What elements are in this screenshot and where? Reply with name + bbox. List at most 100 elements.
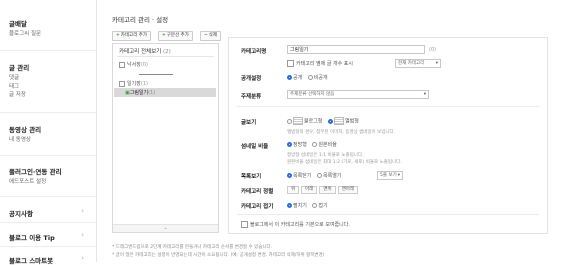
chevron-right-icon: ›	[81, 207, 84, 215]
thumbnail-hint-2: 원본비율 섬네일은 최대 1:2 (가로, 세로) 비율로 노출됩니다.	[287, 160, 402, 165]
divider	[0, 155, 96, 156]
tree-item-count: (0)	[140, 62, 148, 68]
thumb-square-label: 정방형	[293, 142, 307, 148]
divider	[0, 196, 96, 197]
thumbnail-label: 섬네일 비율	[241, 144, 269, 150]
show-count-option: 카테고리 옆에 글 개수 표시	[287, 60, 353, 67]
sidebar-section-title: 블로그 스마트봇	[9, 257, 54, 265]
visibility-private-radio[interactable]	[307, 75, 313, 80]
tree-root[interactable]: 카테고리 전체보기 (2)	[119, 47, 171, 55]
sidebar-section-post-management: 글 관리 댓글 태그 글 저장	[9, 62, 29, 100]
tree-scroll-down[interactable]: ⌄	[113, 224, 218, 232]
divider	[0, 246, 96, 247]
sort-buttons: 위 아래 맨위 맨아래	[287, 186, 360, 194]
tree-item-3[interactable]: ▣그림일기(1)	[125, 89, 155, 96]
sidebar-section-title: 글 관리	[9, 64, 30, 72]
thumb-original-label: 원본비율	[318, 142, 337, 148]
sidebar-section-plugins: 플러그인·연동 관리 애드포스트 설정	[9, 166, 62, 187]
sidebar-item-adpost[interactable]: 애드포스트 설정	[9, 178, 62, 187]
folder-icon	[119, 61, 125, 68]
sidebar-item-notices[interactable]: 공지사항	[9, 208, 33, 218]
fold-options: 펼치기 접기	[287, 202, 328, 209]
thumb-original-radio[interactable]	[312, 142, 318, 147]
fold-collapse-radio[interactable]	[312, 203, 318, 208]
sidebar-item-smartbot[interactable]: 블로그 스마트봇	[9, 255, 53, 265]
sidebar-section-title: 동영상 관리	[9, 126, 42, 134]
album-view-icon	[334, 117, 344, 125]
view-options: 블로그형 앨범형	[287, 117, 359, 125]
tree-item-1[interactable]: 낙서장(0)	[119, 61, 148, 68]
divider	[237, 214, 539, 215]
visibility-private-label: 비공개	[313, 75, 328, 81]
add-category-button[interactable]: +카테고리 추가	[112, 31, 152, 41]
view-blog-radio[interactable]	[287, 118, 292, 124]
sidebar-item-usage-tip[interactable]: 블로그 이용 Tip	[9, 232, 55, 242]
category-settings-panel: 카테고리명 그림일기 (0) 카테고리 옆에 글 개수 표시 현재 카테고리 ▾ …	[228, 37, 548, 234]
add-category-label: 카테고리 추가	[120, 33, 148, 38]
show-count-select[interactable]: 현재 카테고리 ▾	[395, 59, 441, 68]
delete-button[interactable]: −삭제	[200, 31, 222, 41]
chevron-right-icon: ›	[81, 254, 84, 262]
divider	[117, 56, 214, 57]
sidebar-section-post-delivery: 글배달 블로그씨 질문	[9, 18, 41, 39]
sidebar-item-comments[interactable]: 댓글	[9, 74, 29, 83]
sidebar-item-tags[interactable]: 태그	[9, 83, 29, 92]
visibility-options: 공개 비공개	[287, 74, 328, 81]
folder-icon	[119, 80, 125, 87]
tree-item-label: 일기장	[127, 81, 141, 87]
move-bottom-button[interactable]: 맨아래	[337, 186, 359, 194]
category-name-count: (0)	[429, 47, 437, 53]
list-close-label: 목록닫기	[293, 173, 312, 179]
plus-icon: +	[162, 33, 166, 38]
divider	[237, 106, 539, 107]
view-blog-label: 블로그형	[304, 118, 323, 125]
sidebar-section-title: 블로그 이용 Tip	[9, 234, 55, 242]
sidebar-section-title: 글배달	[9, 20, 27, 28]
list-lines-select[interactable]: 5줄 보기 ▾	[377, 171, 403, 180]
move-up-button[interactable]: 아래	[301, 186, 318, 194]
footer-note-1: * 드래그앤드랍으로 2단계 카테고리를 만들거나 카테고리 순서를 변경할 수…	[112, 245, 273, 250]
move-top-button[interactable]: 위	[287, 186, 300, 194]
show-count-checkbox[interactable]	[287, 60, 294, 67]
default-category-option: 블로그에서 이 카테고리를 기본으로 보여줍니다.	[241, 221, 350, 228]
show-count-label: 카테고리 옆에 글 개수 표시	[296, 61, 353, 67]
add-divider-label: 구분선 추가	[166, 33, 189, 38]
divider	[0, 222, 96, 223]
tree-root-label: 카테고리 전체보기	[119, 49, 162, 55]
blog-view-icon	[293, 117, 303, 125]
view-album-radio[interactable]	[328, 118, 333, 124]
sidebar-item-my-videos[interactable]: 내 동영상	[9, 136, 41, 145]
thumbnail-hint-1: 정방형 섬네일은 1:1 비율로 노출됩니다.	[287, 153, 364, 158]
category-name-input[interactable]: 그림일기	[287, 45, 425, 54]
visibility-label: 공개설정	[241, 76, 262, 82]
move-down-button[interactable]: 맨위	[319, 186, 336, 194]
list-lines-value: 5줄 보기	[380, 173, 397, 178]
view-hint: 앨범형의 경우, 첨부된 이미지, 동영상 썸네일이 보입니다.	[287, 130, 396, 135]
tree-item-label: 그림일기	[129, 90, 149, 96]
tree-item-label: 낙서장	[127, 62, 141, 68]
view-album-label: 앨범형	[345, 118, 359, 125]
topic-select[interactable]: 주제분류 선택하지 않음 ▾	[287, 90, 429, 99]
list-close-radio[interactable]	[287, 173, 292, 178]
sidebar-section-video: 동영상 관리 내 동영상	[9, 124, 41, 145]
tree-item-count: (1)	[148, 90, 156, 96]
sidebar-section-title: 공지사항	[9, 210, 33, 218]
fold-expand-label: 펼치기	[293, 203, 307, 209]
add-divider-button[interactable]: +구분선 추가	[158, 31, 193, 41]
tree-item-2[interactable]: 일기장(1)	[119, 80, 148, 87]
page-title: 카테고리 관리 · 설정	[112, 16, 169, 24]
default-category-label: 블로그에서 이 카테고리를 기본으로 보여줍니다.	[250, 222, 350, 228]
default-category-checkbox[interactable]	[241, 221, 248, 228]
fold-label: 카테고리 접기	[241, 204, 274, 210]
sidebar-item-blogssi-question[interactable]: 블로그씨 질문	[9, 30, 41, 39]
visibility-public-radio[interactable]	[287, 75, 292, 80]
footer-note-2: * 글이 많은 카테고리는 설정이 반영되는데 시간이 소요됩니다. (예: 공…	[112, 253, 325, 258]
thumbnail-options: 정방형 원본비율	[287, 141, 337, 148]
divider	[0, 112, 96, 113]
list-open-radio[interactable]	[317, 173, 322, 178]
fold-expand-radio[interactable]	[287, 203, 292, 208]
sidebar-item-saved-posts[interactable]: 글 저장	[9, 91, 29, 100]
thumb-square-radio[interactable]	[287, 142, 292, 147]
visibility-public-label: 공개	[293, 75, 303, 81]
category-tree[interactable]: 카테고리 전체보기 (2) 낙서장(0) 일기장(1) ▣그림일기(1) ⌄	[112, 43, 219, 233]
